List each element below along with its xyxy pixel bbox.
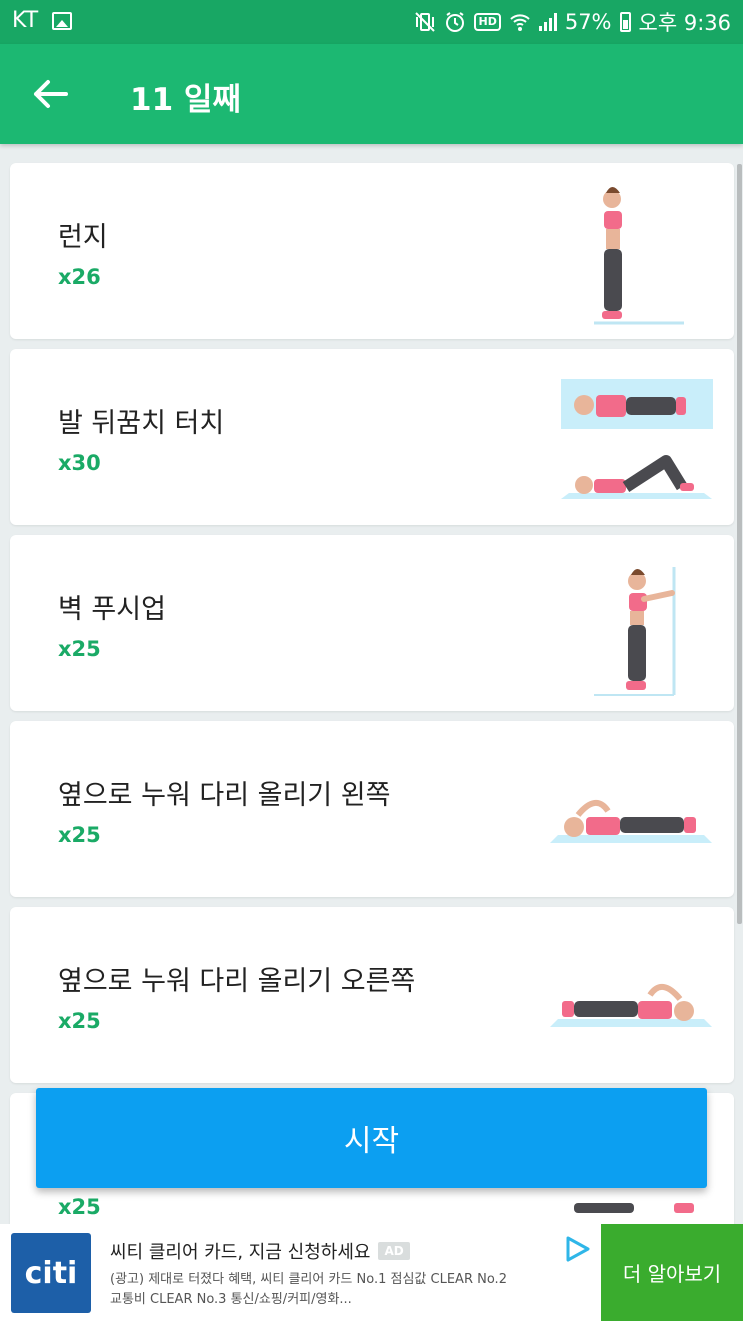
exercise-card-side-leg-lift-left[interactable]: 옆으로 누워 다리 올리기 왼쪽 x25 [10, 721, 734, 897]
exercise-name: 런지 [58, 222, 108, 253]
exercise-name: 옆으로 누워 다리 올리기 오른쪽 [58, 966, 416, 997]
exercise-count: x30 [58, 451, 101, 475]
exercise-name: 발 뒤꿈치 터치 [58, 408, 225, 439]
learn-more-button[interactable]: 더 알아보기 [601, 1224, 743, 1321]
exercise-count: x25 [58, 1195, 101, 1219]
exercise-count: x25 [58, 637, 101, 661]
ad-title-text: 씨티 클리어 카드, 지금 신청하세요 [110, 1242, 371, 1263]
exercise-card-lunge[interactable]: 런지 x26 [10, 163, 734, 339]
lunge-figure-icon [594, 187, 684, 325]
exercise-name: 벽 푸시업 [58, 594, 166, 625]
carrier-label: KT [12, 8, 39, 33]
image-notification-icon [52, 11, 73, 30]
app-bar: 11 일째 [0, 44, 743, 144]
exercise-name: 옆으로 누워 다리 올리기 왼쪽 [58, 780, 391, 811]
status-bar: KT HD 57% 오후 9:36 [0, 0, 743, 44]
exercise-count: x25 [58, 823, 101, 847]
wall-pushup-figure-icon [594, 567, 676, 696]
vibrate-icon [414, 11, 436, 33]
hd-voice-badge: HD [474, 13, 501, 31]
start-button[interactable]: 시작 [36, 1088, 707, 1188]
heel-touch-figure-icon [561, 379, 713, 499]
side-leg-lift-right-figure-icon [550, 984, 712, 1027]
exercise-card-side-leg-lift-right[interactable]: 옆으로 누워 다리 올리기 오른쪽 x25 [10, 907, 734, 1083]
exercise-count: x26 [58, 265, 101, 289]
ad-title[interactable]: 씨티 클리어 카드, 지금 신청하세요 AD [110, 1238, 410, 1264]
alarm-icon [444, 11, 466, 33]
back-arrow-icon[interactable] [22, 71, 78, 117]
exercise-card-wall-pushup[interactable]: 벽 푸시업 x25 [10, 535, 734, 711]
scrollbar[interactable] [737, 164, 742, 924]
exercise-count: x25 [58, 1009, 101, 1033]
signal-icon [538, 13, 557, 31]
clock: 오후 9:36 [638, 11, 731, 35]
exercise-card-heel-touch[interactable]: 발 뒤꿈치 터치 x30 [10, 349, 734, 525]
side-leg-lift-left-figure-icon [550, 800, 712, 843]
ad-description: (광고) 제대로 터졌다 혜택, 씨티 클리어 카드 No.1 점심값 CLEA… [110, 1272, 507, 1307]
ad-badge: AD [378, 1242, 410, 1260]
ad-banner[interactable]: citi 씨티 클리어 카드, 지금 신청하세요 AD (광고) 제대로 터졌다… [0, 1224, 743, 1321]
exercise-list[interactable]: 런지 x26 발 뒤꿈치 터치 x30 벽 푸시업 x25 옆으로 누워 다리 … [0, 144, 743, 1224]
battery-percent: 57% [564, 10, 612, 34]
battery-icon [619, 12, 631, 32]
ad-choices-icon[interactable] [562, 1234, 592, 1264]
page-title: 11 일째 [130, 82, 241, 118]
citi-logo[interactable]: citi [11, 1233, 91, 1313]
wifi-icon [509, 11, 531, 33]
